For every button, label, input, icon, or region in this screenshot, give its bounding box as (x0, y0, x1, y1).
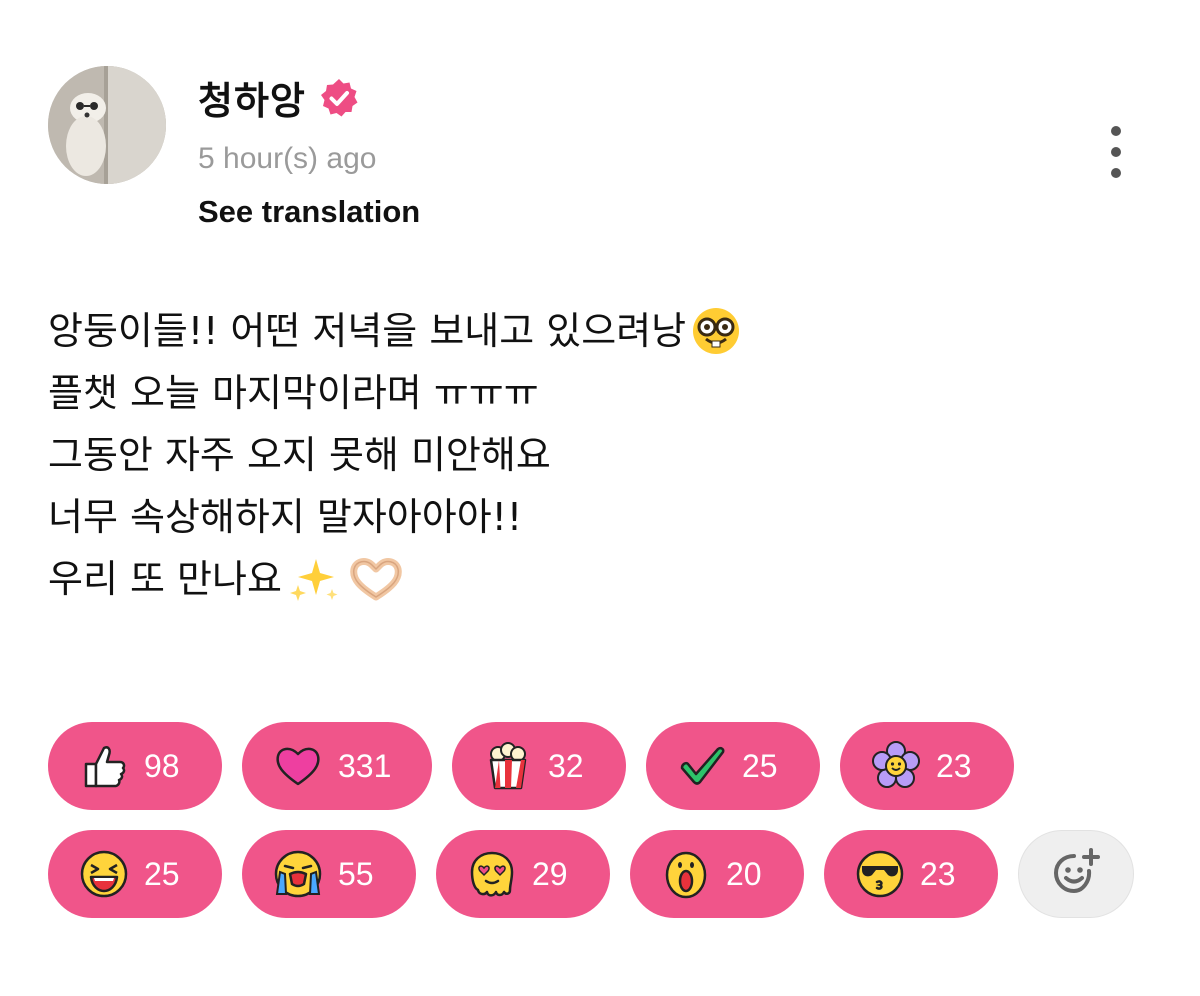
heart-icon (276, 747, 320, 786)
sparkles-icon (289, 559, 338, 601)
post-body: 앙둥이들!! 어떤 저녁을 보내고 있으려낭 플챗 오늘 마지막이라며 ㅠㅠㅠ … (48, 300, 742, 610)
nerd-face-icon (693, 308, 740, 354)
flower-icon (872, 741, 920, 788)
post-line: 너무 속상해하지 말자아아아!! (48, 486, 742, 548)
avatar[interactable] (48, 66, 166, 184)
reaction-count: 25 (742, 747, 778, 784)
post-line-text: 플챗 오늘 마지막이라며 ㅠㅠㅠ (48, 371, 539, 415)
reaction-sunglasses-kiss[interactable]: 23 (824, 830, 998, 918)
more-dot-icon (1111, 168, 1121, 178)
post-line-text: 우리 또 만나요 (48, 557, 282, 601)
post-line-text: 너무 속상해하지 말자아아아!! (48, 495, 523, 539)
more-dot-icon (1111, 147, 1121, 157)
reaction-heart[interactable]: 331 (242, 722, 432, 810)
popcorn-icon (489, 742, 527, 790)
laughing-face-icon (80, 850, 128, 898)
reaction-row: 98 331 32 25 23 (48, 722, 1158, 810)
crying-face-icon (274, 850, 322, 898)
reaction-laughing[interactable]: 25 (48, 830, 222, 918)
post-line: 앙둥이들!! 어떤 저녁을 보내고 있으려낭 (48, 300, 742, 362)
reaction-melting-heart-eyes[interactable]: 29 (436, 830, 610, 918)
check-mark-icon (680, 746, 725, 785)
reaction-count: 55 (338, 855, 374, 892)
post-line: 그동안 자주 오지 못해 미안해요 (48, 424, 742, 486)
heart-hands-icon (350, 558, 402, 601)
reaction-count: 20 (726, 855, 762, 892)
thumbs-up-icon (84, 746, 126, 788)
add-emoji-icon (1053, 848, 1100, 894)
reaction-flower[interactable]: 23 (840, 722, 1014, 810)
reaction-count: 29 (532, 855, 568, 892)
reaction-popcorn[interactable]: 32 (452, 722, 626, 810)
reactions-bar: 98 331 32 25 23 25 55 29 20 23 (48, 722, 1158, 938)
melting-heart-eyes-icon (470, 851, 514, 897)
post-line: 우리 또 만나요 (48, 548, 742, 610)
add-reaction-button[interactable] (1018, 830, 1134, 918)
post-timestamp: 5 hour(s) ago (198, 142, 377, 175)
more-options-button[interactable] (1096, 120, 1136, 184)
reaction-count: 23 (936, 747, 972, 784)
author-name[interactable]: 청하앙 (198, 70, 306, 125)
surprised-face-icon (665, 851, 707, 899)
post-line: 플챗 오늘 마지막이라며 ㅠㅠㅠ (48, 362, 742, 424)
verified-badge-icon (320, 78, 358, 116)
reaction-check[interactable]: 25 (646, 722, 820, 810)
more-dot-icon (1111, 126, 1121, 136)
reaction-surprised[interactable]: 20 (630, 830, 804, 918)
post-line-text: 그동안 자주 오지 못해 미안해요 (48, 433, 551, 477)
post-line-text: 앙둥이들!! 어떤 저녁을 보내고 있으려낭 (48, 309, 687, 353)
reaction-row: 25 55 29 20 23 (48, 830, 1158, 918)
author-row: 청하앙 (198, 70, 360, 125)
reaction-count: 23 (920, 855, 956, 892)
reaction-count: 98 (144, 747, 180, 784)
reaction-crying[interactable]: 55 (242, 830, 416, 918)
reaction-count: 331 (338, 747, 392, 784)
reaction-count: 32 (548, 747, 584, 784)
see-translation-button[interactable]: See translation (198, 194, 420, 230)
reaction-thumbs-up[interactable]: 98 (48, 722, 222, 810)
sunglasses-kiss-face-icon (856, 850, 904, 898)
reaction-count: 25 (144, 855, 180, 892)
